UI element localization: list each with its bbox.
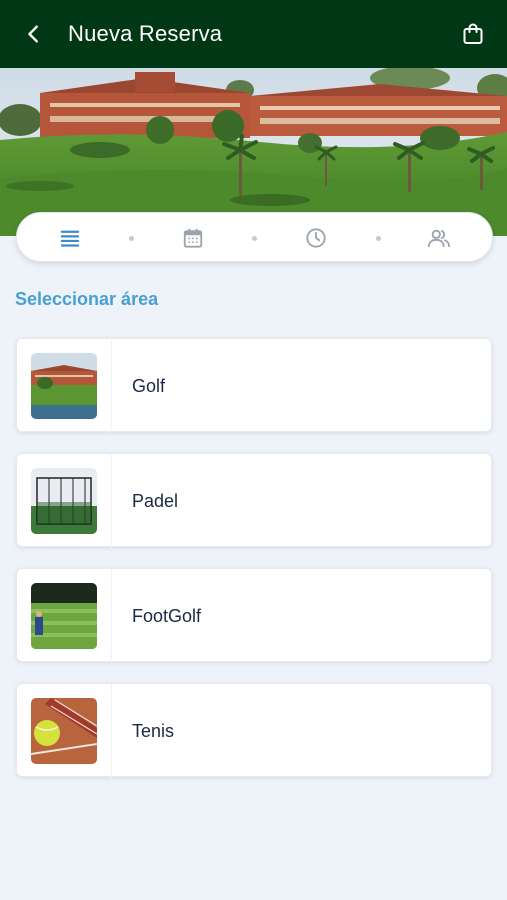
golf-thumbnail	[31, 353, 97, 419]
card-divider	[111, 684, 112, 778]
area-label: Padel	[132, 491, 179, 511]
area-card-tenis[interactable]: Tenis	[16, 683, 492, 778]
back-button[interactable]	[20, 20, 48, 48]
area-card-padel[interactable]: Padel	[16, 453, 492, 548]
card-divider	[111, 569, 112, 663]
area-label: Tenis	[132, 721, 175, 741]
area-card-golf[interactable]: Golf	[16, 338, 492, 433]
step-date[interactable]	[181, 226, 205, 250]
clock-icon	[306, 228, 326, 248]
step-separator	[252, 236, 257, 241]
booking-stepper	[16, 212, 493, 262]
area-card-footgolf[interactable]: FootGolf	[16, 568, 492, 663]
chevron-left-icon	[28, 25, 38, 43]
hero-image	[0, 68, 507, 236]
step-separator	[376, 236, 381, 241]
users-icon	[427, 229, 450, 248]
calendar-icon	[183, 228, 203, 248]
section-title: Seleccionar área	[15, 289, 159, 309]
area-label: FootGolf	[132, 606, 202, 626]
shopping-bag-icon	[463, 23, 483, 44]
app-bar: Nueva Reserva	[0, 0, 507, 68]
tenis-thumbnail	[31, 698, 97, 764]
page-title: Nueva Reserva	[68, 21, 223, 46]
step-players[interactable]	[427, 226, 451, 250]
padel-thumbnail	[31, 468, 97, 534]
card-divider	[111, 454, 112, 548]
step-area[interactable]	[58, 226, 82, 250]
footgolf-thumbnail	[31, 583, 97, 649]
list-icon	[60, 230, 80, 247]
cart-button[interactable]	[459, 20, 487, 48]
step-separator	[129, 236, 134, 241]
area-label: Golf	[132, 376, 166, 396]
card-divider	[111, 339, 112, 433]
step-time[interactable]	[304, 226, 328, 250]
